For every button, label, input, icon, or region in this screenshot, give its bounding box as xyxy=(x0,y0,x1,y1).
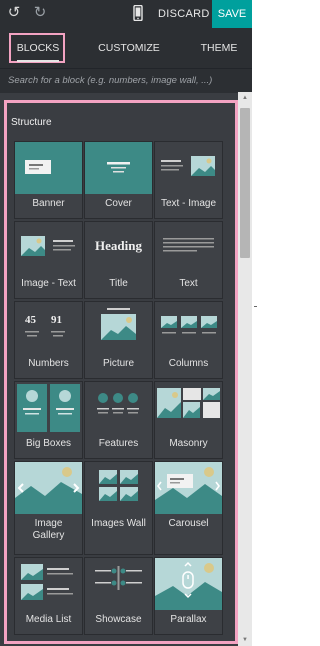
block-label: Parallax xyxy=(170,614,207,625)
parallax-thumbnail xyxy=(155,558,222,610)
picture-thumbnail xyxy=(85,302,152,354)
block-label: Numbers xyxy=(28,358,69,369)
block-big-boxes[interactable]: Big Boxes xyxy=(14,381,83,459)
block-label: Media List xyxy=(25,614,72,625)
block-label: Text xyxy=(179,278,198,289)
heading-sample-text: Heading xyxy=(95,238,142,253)
block-label: Features xyxy=(98,438,139,449)
block-label: Columns xyxy=(168,358,209,369)
active-tab-indicator xyxy=(17,60,59,62)
block-label: Cover xyxy=(105,198,132,209)
block-image-text[interactable]: Image - Text xyxy=(14,221,83,299)
columns-thumbnail xyxy=(155,302,222,354)
numbers-thumbnail: 45 91 xyxy=(15,302,82,354)
scroll-down-arrow-icon[interactable]: ▼ xyxy=(241,636,249,644)
discard-button[interactable]: DISCARD xyxy=(158,0,210,28)
block-label: Image Gallery xyxy=(32,518,65,541)
block-label: Image - Text xyxy=(21,278,76,289)
block-search-bar xyxy=(0,68,252,93)
editor-topbar: ↺ ↻ DISCARD SAVE xyxy=(0,0,252,28)
media-list-thumbnail xyxy=(15,558,82,610)
redo-icon[interactable]: ↻ xyxy=(32,5,48,21)
block-label: Text - Image xyxy=(160,198,217,209)
block-media-list[interactable]: Media List xyxy=(14,557,83,635)
block-picture[interactable]: Picture xyxy=(84,301,153,379)
block-columns[interactable]: Columns xyxy=(154,301,223,379)
text-thumbnail xyxy=(155,222,222,274)
features-thumbnail xyxy=(85,382,152,434)
block-text-image[interactable]: Text - Image xyxy=(154,141,223,219)
mobile-preview-icon[interactable] xyxy=(133,5,143,21)
blocks-scrollbar[interactable]: ▲ ▼ xyxy=(238,92,252,646)
showcase-thumbnail xyxy=(85,558,152,610)
block-numbers[interactable]: 45 91 Numbers xyxy=(14,301,83,379)
block-label: Images Wall xyxy=(91,518,146,529)
tab-customize[interactable]: CUSTOMIZE xyxy=(92,28,166,68)
tab-theme[interactable]: THEME xyxy=(190,28,248,68)
title-thumbnail: Heading xyxy=(85,222,152,274)
tab-customize-label: CUSTOMIZE xyxy=(98,42,160,54)
block-features[interactable]: Features xyxy=(84,381,153,459)
carousel-thumbnail xyxy=(155,462,222,514)
block-label: Picture xyxy=(102,358,135,369)
block-masonry[interactable]: Masonry xyxy=(154,381,223,459)
block-images-wall[interactable]: Images Wall xyxy=(84,461,153,555)
editor-tabs: BLOCKS CUSTOMIZE THEME xyxy=(0,28,252,68)
save-button[interactable]: SAVE xyxy=(212,0,252,28)
numbers-caption-lines xyxy=(25,331,65,337)
editor-panel: ↺ ↻ DISCARD SAVE BLOCKS CUSTOMIZE THEME … xyxy=(0,0,252,646)
block-label: Showcase xyxy=(95,614,142,625)
image-gallery-thumbnail xyxy=(15,462,82,514)
cover-thumbnail xyxy=(85,142,152,194)
block-label: Carousel xyxy=(168,518,209,529)
image-text-thumbnail xyxy=(15,222,82,274)
masonry-thumbnail xyxy=(155,382,222,434)
block-text[interactable]: Text xyxy=(154,221,223,299)
block-parallax[interactable]: Parallax xyxy=(154,557,223,635)
banner-thumbnail xyxy=(15,142,82,194)
block-search-input[interactable] xyxy=(8,71,238,89)
images-wall-thumbnail xyxy=(85,462,152,514)
block-title[interactable]: Heading Title xyxy=(84,221,153,299)
block-showcase[interactable]: Showcase xyxy=(84,557,153,635)
undo-icon[interactable]: ↺ xyxy=(6,5,22,21)
tab-highlight-box xyxy=(9,33,65,63)
block-label: Banner xyxy=(32,198,65,209)
block-banner[interactable]: Banner xyxy=(14,141,83,219)
block-label: Big Boxes xyxy=(25,438,72,449)
block-carousel[interactable]: Carousel xyxy=(154,461,223,555)
text-image-thumbnail xyxy=(155,142,222,194)
section-title: Structure xyxy=(11,117,52,128)
tab-blocks[interactable]: BLOCKS xyxy=(9,28,67,68)
page-edge-marker xyxy=(254,306,257,307)
block-image-gallery[interactable]: Image Gallery xyxy=(14,461,83,555)
block-label: Title xyxy=(109,278,128,289)
block-cover[interactable]: Cover xyxy=(84,141,153,219)
blocks-list: Structure Banner Cover Text - Image Imag… xyxy=(4,100,238,644)
block-label: Masonry xyxy=(169,438,208,449)
scrollbar-thumb[interactable] xyxy=(240,108,250,258)
tab-theme-label: THEME xyxy=(200,42,238,54)
big-boxes-thumbnail xyxy=(15,382,82,434)
scroll-up-arrow-icon[interactable]: ▲ xyxy=(241,94,249,102)
